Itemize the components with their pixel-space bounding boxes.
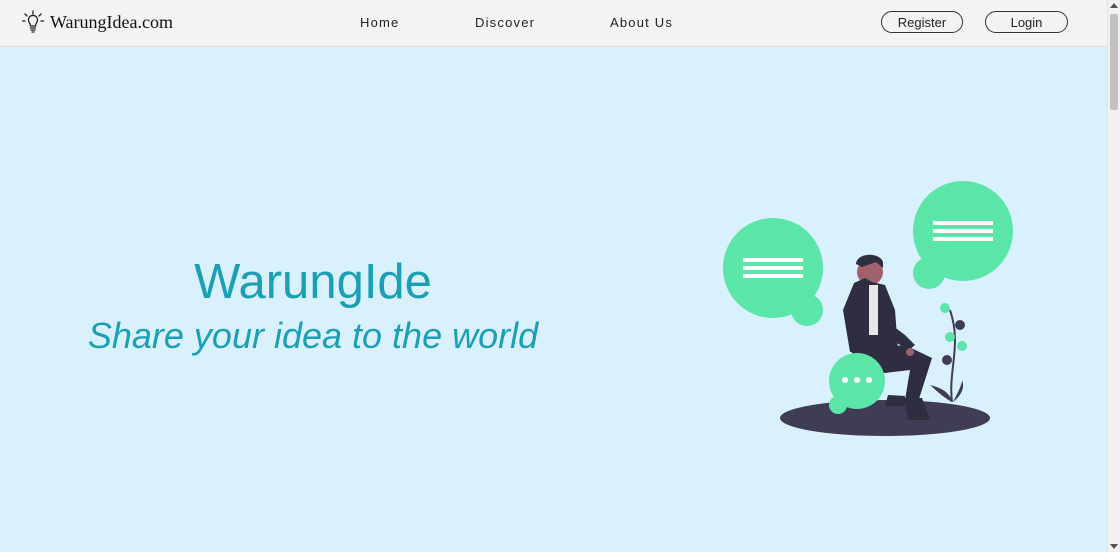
top-navbar: WarungIdea.com Home Discover About Us Re…: [0, 0, 1107, 47]
person-with-chat-bubbles-illustration: [723, 181, 1013, 436]
lightbulb-icon: [22, 10, 44, 33]
hero-title: WarungIde: [194, 255, 432, 309]
nav-link-discover[interactable]: Discover: [475, 15, 535, 31]
nav-link-home[interactable]: Home: [360, 15, 399, 31]
left-speech-bubble-icon: [723, 218, 823, 326]
register-button[interactable]: Register: [881, 11, 963, 33]
ground-shadow: [780, 400, 990, 436]
plant-icon: [930, 303, 967, 403]
nav-link-about-us[interactable]: About Us: [610, 15, 673, 31]
scroll-thumb[interactable]: [1110, 14, 1118, 110]
scroll-down-arrow-icon[interactable]: [1110, 544, 1118, 549]
hero-tagline: Share your idea to the world: [87, 315, 539, 356]
login-button[interactable]: Login: [985, 11, 1068, 33]
scroll-up-arrow-icon[interactable]: [1110, 3, 1118, 8]
page-scrollbar[interactable]: [1107, 0, 1120, 552]
brand-name: WarungIdea.com: [50, 12, 173, 32]
right-speech-bubble-icon: [913, 181, 1013, 289]
brand-logo-link[interactable]: WarungIdea.com: [22, 10, 173, 34]
